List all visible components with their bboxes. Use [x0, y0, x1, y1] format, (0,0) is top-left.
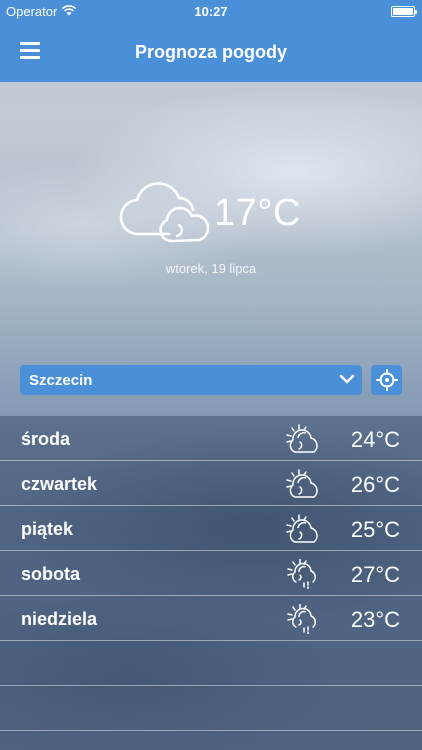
clock: 10:27 — [194, 4, 228, 19]
crosshair-icon — [376, 369, 398, 391]
forecast-day: czwartek — [21, 474, 98, 494]
current-date: wtorek, 19 lipca — [165, 261, 257, 276]
sun-rain-icon — [287, 559, 316, 589]
chevron-down-icon — [339, 374, 355, 384]
cloud-icon — [119, 182, 210, 243]
forecast-row-empty — [0, 641, 422, 686]
forecast-day: środa — [21, 429, 71, 449]
forecast-day: sobota — [21, 564, 81, 584]
forecast-row: sobota 27°C — [0, 551, 422, 596]
forecast-temperature: 23°C — [350, 607, 400, 632]
partly-sunny-icon — [286, 424, 318, 453]
forecast-row: piątek 25°C — [0, 506, 422, 551]
current-temperature: 17°C — [214, 192, 301, 234]
forecast-list: środa 24°C czwartek 26°C piątek 25°C sob… — [0, 416, 422, 750]
sun-rain-icon — [287, 604, 316, 634]
forecast-temperature: 24°C — [350, 427, 400, 452]
forecast-temperature: 27°C — [350, 562, 400, 587]
forecast-day: piątek — [21, 519, 74, 539]
page-title: Prognoza pogody — [135, 42, 287, 62]
locate-button[interactable] — [371, 365, 402, 395]
partly-sunny-icon — [286, 514, 318, 543]
partly-sunny-icon — [286, 469, 318, 498]
status-bar: Operator 10:27 — [0, 0, 422, 22]
forecast-row-empty — [0, 686, 422, 731]
city-dropdown-value: Szczecin — [29, 372, 93, 389]
forecast-row: niedziela 23°C — [0, 596, 422, 641]
forecast-temperature: 25°C — [350, 517, 400, 542]
forecast-row: środa 24°C — [0, 416, 422, 461]
battery-icon — [391, 6, 417, 17]
city-dropdown[interactable]: Szczecin — [20, 365, 362, 395]
forecast-day: niedziela — [21, 609, 98, 629]
forecast-row: czwartek 26°C — [0, 461, 422, 506]
forecast-temperature: 26°C — [350, 472, 400, 497]
nav-bar: Prognoza pogody — [0, 22, 422, 82]
